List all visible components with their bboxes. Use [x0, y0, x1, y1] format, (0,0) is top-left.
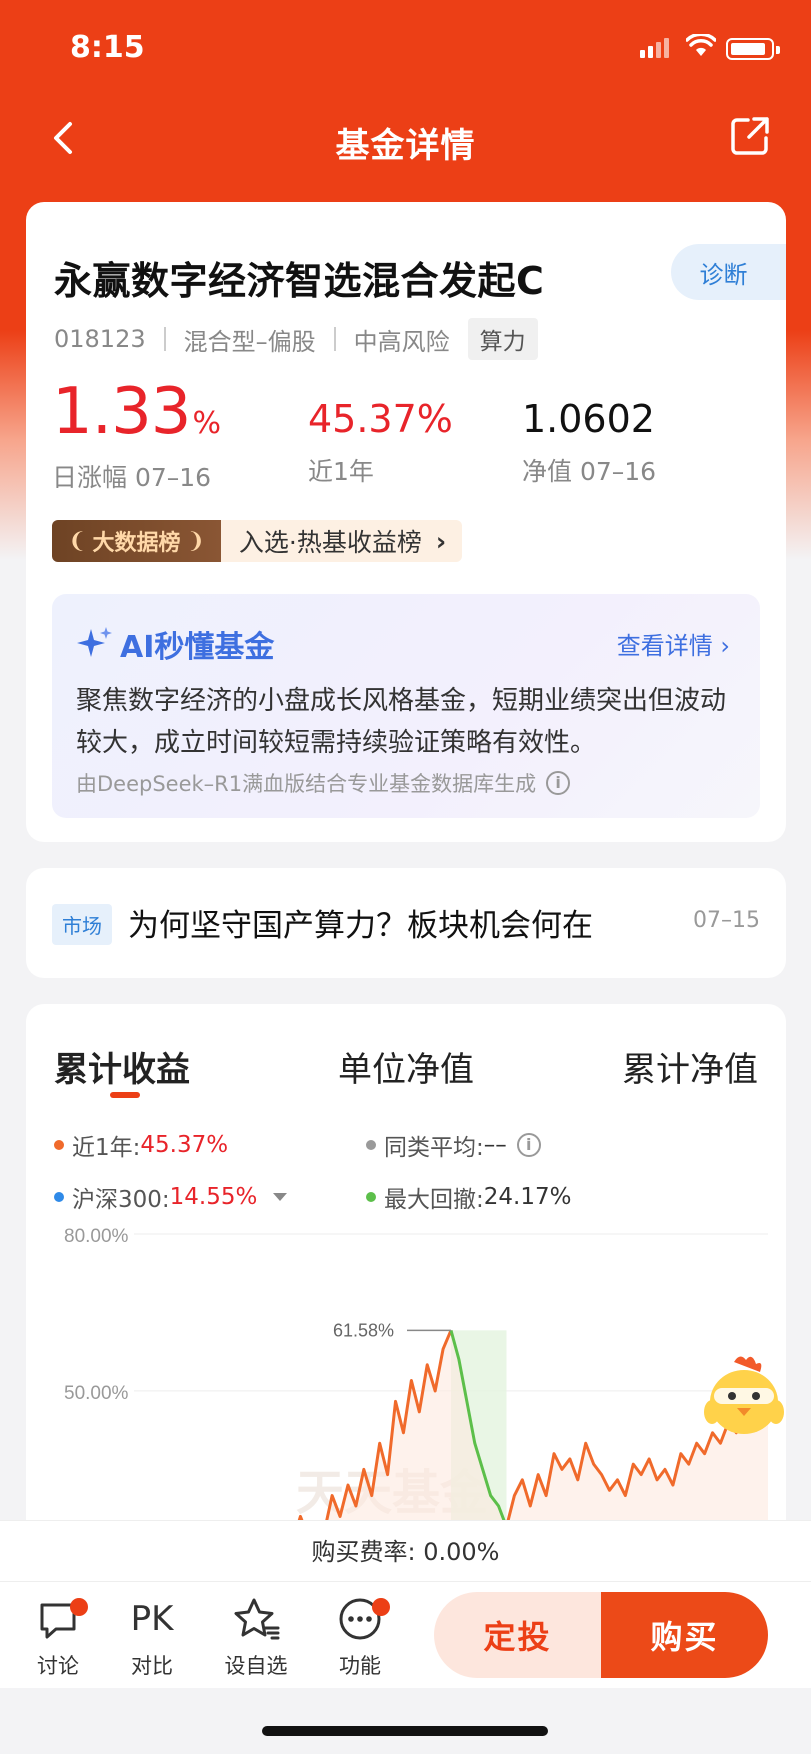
legend-value: 45.37%: [140, 1132, 229, 1158]
compare-label: 对比: [131, 1654, 173, 1678]
news-title: 为何坚守国产算力？板块机会何在: [128, 908, 593, 944]
ai-title: AI秒懂基金: [76, 622, 274, 666]
fund-theme-tag[interactable]: 算力: [467, 318, 538, 360]
fund-summary-card: 永赢数字经济智选混合发起C 诊断 018123 混合型–偏股 中高风险 算力 1…: [26, 202, 786, 842]
rank-text: 入选·热基收益榜 ›: [220, 520, 463, 562]
news-tag: 市场: [52, 904, 112, 945]
fund-name: 永赢数字经济智选混合发起C: [54, 259, 545, 303]
share-icon[interactable]: [728, 114, 772, 158]
add-watchlist-label: 设自选: [224, 1654, 288, 1678]
legend-label: 最大回撤:: [384, 1187, 484, 1213]
legend-value: 14.55%: [169, 1184, 258, 1210]
legend-label: 沪深300:: [72, 1187, 170, 1213]
sparkle-icon: [77, 627, 112, 657]
more-functions-label: 功能: [339, 1654, 381, 1678]
divider: [163, 327, 166, 351]
ai-source: 由DeepSeek–R1满血版结合专业基金数据库生成 i: [76, 768, 571, 798]
year-return-value: 45.37%: [308, 397, 453, 441]
purchase-group: 定投 购买: [434, 1592, 768, 1678]
ai-summary-text: 聚焦数字经济的小盘成长风格基金，短期业绩突出但波动较大，成立时间较短需持续验证策…: [76, 686, 727, 758]
more-functions-button[interactable]: 功能: [320, 1594, 400, 1680]
discuss-button[interactable]: 讨论: [18, 1594, 98, 1680]
fixed-investment-button[interactable]: 定投: [434, 1592, 601, 1678]
ai-source-label: 由DeepSeek–R1满血版结合专业基金数据库生成: [76, 772, 537, 796]
rank-banner[interactable]: ❨ 大数据榜 ❩ 入选·热基收益榜 ›: [52, 520, 463, 562]
rank-badge: ❨ 大数据榜 ❩: [52, 520, 221, 562]
notification-dot: [372, 1598, 390, 1616]
ai-summary-box: AI秒懂基金 查看详情 › 聚焦数字经济的小盘成长风格基金，短期业绩突出但波动较…: [52, 594, 760, 818]
wifi-icon: [686, 34, 716, 56]
legend-dot: [366, 1192, 376, 1202]
compare-button[interactable]: PK 对比: [112, 1594, 192, 1680]
diagnose-button[interactable]: 诊断: [671, 244, 786, 300]
chevron-right-icon: ›: [720, 632, 730, 660]
legend-dot: [54, 1192, 64, 1202]
star-icon: [216, 1594, 296, 1644]
navigation-bar: 基金详情: [0, 100, 811, 180]
page-title: 基金详情: [335, 126, 476, 166]
battery-icon: [726, 38, 780, 60]
legend-label: 同类平均:: [384, 1135, 484, 1161]
daily-change-label: 日涨幅 07–16: [52, 463, 212, 492]
chevron-right-icon: ›: [435, 526, 447, 556]
ai-detail-link[interactable]: 查看详情 ›: [617, 626, 730, 661]
fund-type: 混合型–偏股: [183, 327, 316, 356]
home-indicator[interactable]: [262, 1726, 548, 1736]
add-watchlist-button[interactable]: 设自选: [216, 1594, 296, 1680]
news-date: 07–15: [693, 908, 760, 933]
ai-detail-label: 查看详情: [616, 632, 713, 660]
legend-dot: [54, 1140, 64, 1150]
legend-value: ––: [483, 1132, 507, 1158]
info-icon[interactable]: i: [546, 771, 571, 795]
notification-dot: [70, 1598, 88, 1616]
cellular-signal-icon: [640, 38, 669, 58]
discuss-label: 讨论: [37, 1654, 79, 1678]
buy-button[interactable]: 购买: [601, 1592, 768, 1678]
status-bar: 8:15: [0, 0, 811, 100]
tab-cumulative-return[interactable]: 累计收益: [54, 1042, 190, 1091]
fund-code: 018123: [54, 325, 146, 353]
pk-icon: PK: [130, 1599, 174, 1639]
info-icon[interactable]: i: [516, 1133, 541, 1157]
daily-change-value: 1.33%: [52, 375, 221, 449]
rank-text-label: 入选·热基收益榜: [238, 528, 422, 557]
tab-unit-nav[interactable]: 单位净值: [338, 1042, 474, 1091]
y-tick-label: 50.00%: [64, 1383, 129, 1404]
bottom-action-bar: 讨论 PK 对比 设自选 功能 定投 购买: [0, 1582, 811, 1688]
nav-label: 净值 07–16: [522, 457, 657, 486]
fund-risk: 中高风险: [353, 327, 450, 356]
legend-label: 近1年:: [72, 1135, 141, 1161]
legend-year: 近1年: 45.37%: [54, 1128, 228, 1162]
laurel-right-icon: ❩: [186, 528, 205, 554]
fund-meta: 018123 混合型–偏股 中高风险 算力: [54, 318, 538, 360]
divider: [333, 327, 336, 351]
legend-drawdown: 最大回撤: 24.17%: [366, 1180, 571, 1214]
year-return-label: 近1年: [308, 457, 374, 486]
y-tick-label: 80.00%: [64, 1226, 129, 1247]
legend-hs300[interactable]: 沪深300: 14.55%: [54, 1180, 288, 1214]
tab-cumulative-nav[interactable]: 累计净值: [622, 1042, 758, 1091]
status-time: 8:15: [70, 30, 145, 65]
daily-change-stat: 1.33% 日涨幅 07–16: [52, 375, 221, 494]
year-return-stat: 45.37% 近1年: [308, 380, 453, 488]
dropdown-caret-icon: [273, 1193, 288, 1201]
mascot-chick-icon[interactable]: [704, 1352, 784, 1442]
legend-value: 24.17%: [483, 1184, 572, 1210]
news-card[interactable]: 市场 为何坚守国产算力？板块机会何在 07–15: [26, 868, 786, 978]
laurel-left-icon: ❨: [68, 528, 87, 554]
rank-badge-label: 大数据榜: [92, 531, 181, 556]
nav-stat: 1.0602 净值 07–16: [522, 380, 656, 488]
ai-title-label: AI秒懂基金: [120, 630, 275, 665]
nav-value: 1.0602: [522, 397, 655, 441]
legend-dot: [366, 1140, 376, 1150]
legend-peer: 同类平均: –– i: [366, 1128, 541, 1162]
tab-indicator: [110, 1092, 140, 1098]
chart-tabs: 累计收益 单位净值 累计净值: [54, 1042, 758, 1091]
peak-label: 61.58%: [333, 1320, 394, 1340]
return-line-chart[interactable]: 80.00%50.00%20.00%天天基金61.58%: [26, 1214, 786, 1564]
performance-chart-card: 累计收益 单位净值 累计净值 近1年: 45.37% 同类平均: –– i 沪深…: [26, 1004, 786, 1564]
purchase-fee: 购买费率: 0.00%: [0, 1520, 811, 1582]
